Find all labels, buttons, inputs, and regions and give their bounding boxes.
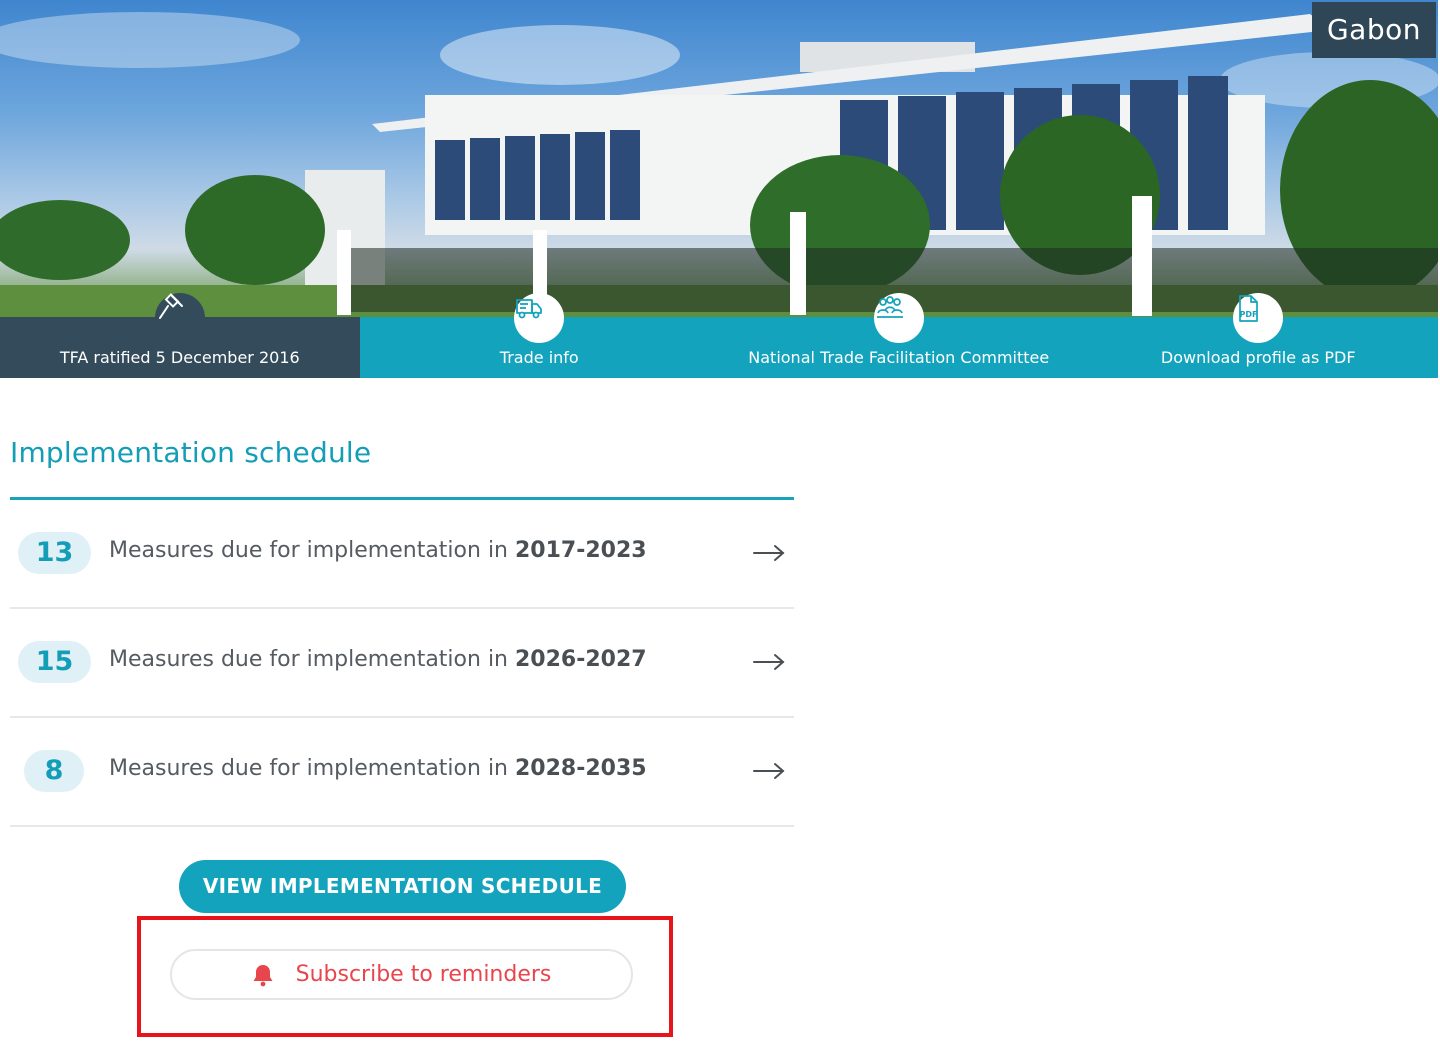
arrow-right-icon <box>753 763 785 779</box>
row-description: Measures due for implementation in <box>109 756 515 781</box>
row-period: 2017-2023 <box>515 538 647 563</box>
tab-label: Trade info <box>499 348 579 367</box>
arrow-right-icon <box>753 545 785 561</box>
subscribe-reminders-button[interactable]: Subscribe to reminders <box>170 949 633 1000</box>
measure-count-badge: 15 <box>18 641 91 683</box>
pdf-icon: PDF <box>1233 293 1284 343</box>
section-title: Implementation schedule <box>10 436 372 469</box>
row-text: Measures due for implementation in 2028-… <box>109 756 647 781</box>
tab-trade-info[interactable]: Trade info <box>359 293 719 378</box>
tab-national-committee[interactable]: National Trade Facilitation Committee <box>719 293 1079 378</box>
people-icon <box>873 293 924 343</box>
row-text: Measures due for implementation in 2026-… <box>109 647 647 672</box>
tab-download-pdf[interactable]: PDF Download profile as PDF <box>1078 293 1438 378</box>
arrow-right-icon <box>753 654 785 670</box>
measure-count-badge: 13 <box>18 532 91 574</box>
country-name: Gabon <box>1312 2 1436 58</box>
tab-label: National Trade Facilitation Committee <box>748 348 1050 367</box>
gavel-icon <box>154 293 205 343</box>
view-schedule-button[interactable]: VIEW IMPLEMENTATION SCHEDULE <box>179 860 626 913</box>
schedule-row[interactable]: 8 Measures due for implementation in 202… <box>10 718 794 827</box>
schedule-row[interactable]: 13 Measures due for implementation in 20… <box>10 500 794 609</box>
tab-label: Download profile as PDF <box>1160 348 1356 367</box>
subscribe-label: Subscribe to reminders <box>295 962 552 987</box>
schedule-list: 13 Measures due for implementation in 20… <box>10 500 794 827</box>
row-period: 2026-2027 <box>515 647 647 672</box>
row-description: Measures due for implementation in <box>109 538 515 563</box>
tab-label: TFA ratified 5 December 2016 <box>59 348 300 367</box>
hero-banner: Gabon TFA ratified 5 December 2016 Trade… <box>0 0 1438 378</box>
tab-tfa-ratified[interactable]: TFA ratified 5 December 2016 <box>0 293 360 378</box>
measure-count-badge: 8 <box>24 750 84 792</box>
row-period: 2028-2035 <box>515 756 647 781</box>
bell-icon <box>253 964 273 986</box>
svg-text:PDF: PDF <box>1240 310 1258 319</box>
row-text: Measures due for implementation in 2017-… <box>109 538 647 563</box>
schedule-row[interactable]: 15 Measures due for implementation in 20… <box>10 609 794 718</box>
row-description: Measures due for implementation in <box>109 647 515 672</box>
truck-icon <box>514 293 565 343</box>
profile-tabs: TFA ratified 5 December 2016 Trade info <box>0 293 1438 378</box>
